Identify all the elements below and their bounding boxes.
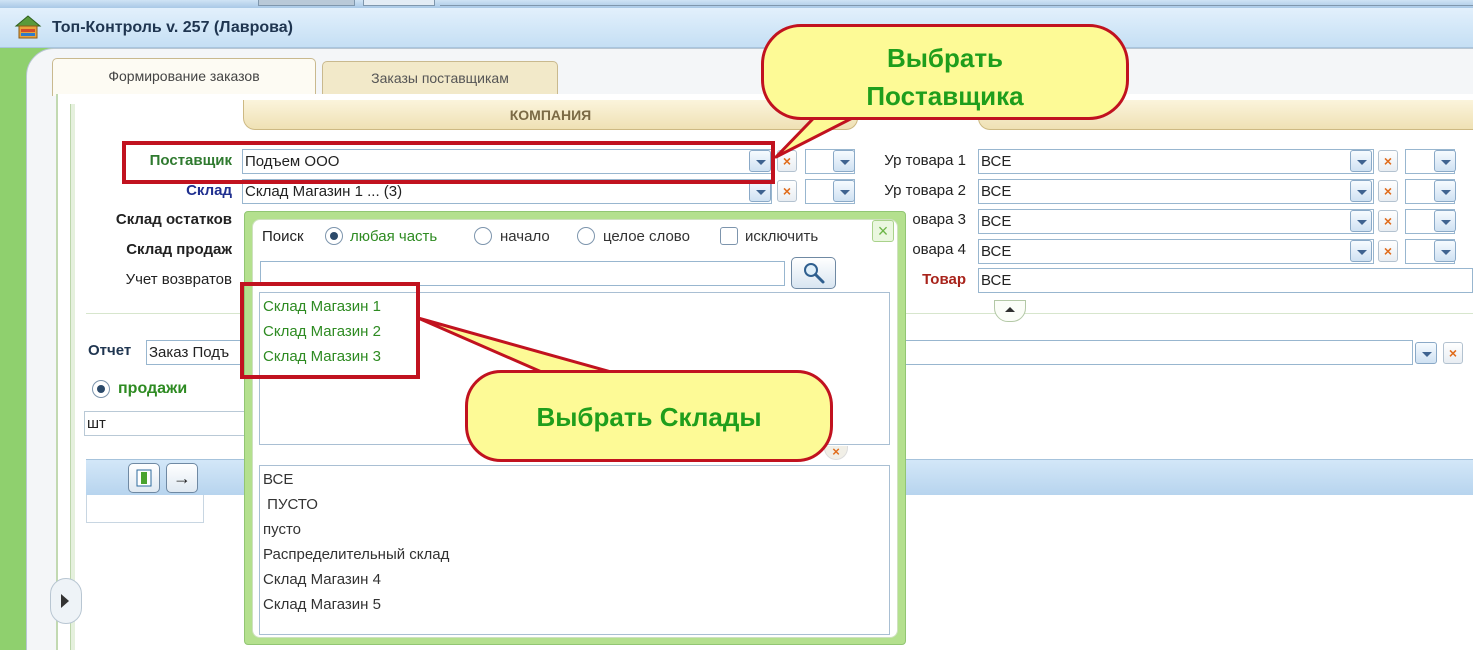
supplier-highlight bbox=[122, 141, 775, 184]
supplier-callout: Выбрать Поставщика bbox=[761, 24, 1129, 120]
callout-pointers bbox=[416, 93, 878, 382]
supplier-callout-line1: Выбрать bbox=[886, 43, 1004, 73]
warehouses-highlight bbox=[240, 282, 420, 379]
warehouses-callout: Выбрать Склады bbox=[465, 370, 833, 462]
supplier-callout-line2: Поставщика bbox=[866, 81, 1024, 111]
